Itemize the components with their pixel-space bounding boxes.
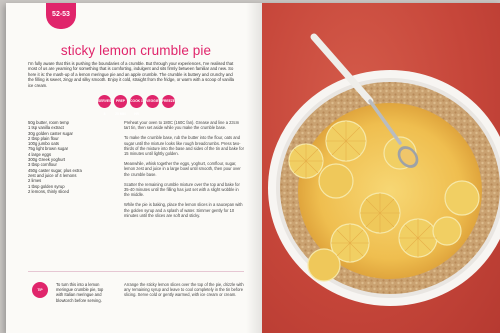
- magazine-spread: 52-53 sticky lemon crumble pie I'm fully…: [6, 3, 500, 333]
- method-step: To make the crumble base, rub the butter…: [124, 135, 244, 157]
- info-badges: SERVES 8 PREP 25 MIN COOK 1 HR VEGGIE FR…: [98, 95, 175, 116]
- ingredients-list: 50g butter, room temp 1 tsp vanilla extr…: [28, 120, 112, 194]
- method-steps: Preheat your oven to 180C (160C fan). Gr…: [124, 120, 244, 223]
- method-step: Meanwhile, whisk together the eggs, yogh…: [124, 161, 241, 177]
- recipe-photo: [262, 3, 500, 333]
- recipe-page: 52-53 sticky lemon crumble pie I'm fully…: [6, 3, 262, 333]
- recipe-intro: I'm fully aware that this is pushing the…: [28, 61, 234, 88]
- method-step: Preheat your oven to 180C (160C fan). Gr…: [124, 120, 240, 131]
- recipe-title: sticky lemon crumble pie: [60, 43, 212, 58]
- page-number-tab: 52-53: [46, 3, 76, 29]
- info-badge: VEGGIE: [146, 95, 159, 108]
- tip-badge: TIP: [32, 282, 48, 298]
- pie-photo: [268, 33, 500, 306]
- method-step: While the pie is baking, place the lemon…: [124, 202, 243, 218]
- method-continued: Arrange the sticky lemon slices over the…: [124, 282, 244, 298]
- method-step: Scatter the remaining crumble mixture ov…: [124, 181, 240, 198]
- info-badge: PREP 25 MIN: [114, 95, 127, 116]
- ingredient-item: 2 lemons, thinly sliced: [28, 188, 69, 194]
- info-badge: FREEZE: [162, 95, 175, 108]
- tip-section: TIP To turn this into a lemon meringue c…: [28, 271, 244, 322]
- info-badge: COOK 1 HR: [130, 95, 143, 116]
- tip-text: To turn this into a lemon meringue crumb…: [56, 282, 104, 303]
- info-badge: SERVES 8: [98, 95, 111, 116]
